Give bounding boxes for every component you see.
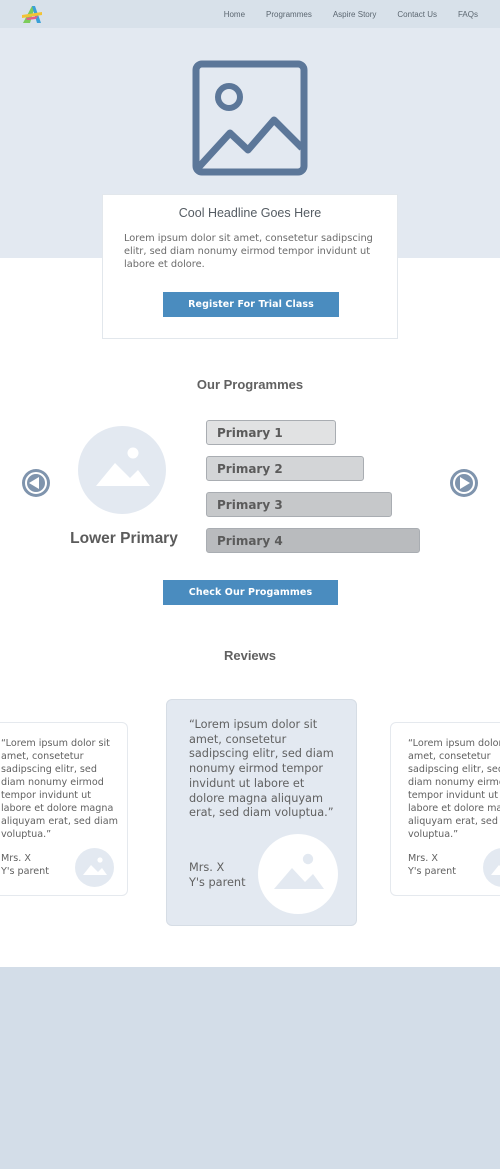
image-placeholder-icon [83, 857, 107, 875]
carousel-prev-button[interactable] [22, 469, 50, 497]
review-author: Mrs. X Y's parent [1, 852, 49, 878]
level-primary-4[interactable]: Primary 4 [206, 528, 420, 553]
aspire-logo-icon[interactable] [20, 4, 44, 24]
image-placeholder-icon [192, 60, 308, 176]
nav-programmes[interactable]: Programmes [266, 10, 312, 19]
avatar [258, 834, 338, 914]
check-programmes-button[interactable]: Check Our Progammes [163, 580, 338, 605]
main-nav: Home Programmes Aspire Story Contact Us … [224, 0, 478, 28]
site-header: Home Programmes Aspire Story Contact Us … [0, 0, 500, 28]
review-quote: “Lorem ipsum dolor sit amet, consetetur … [408, 738, 500, 840]
nav-faqs[interactable]: FAQs [458, 10, 478, 19]
image-placeholder-icon [274, 853, 324, 889]
programme-image [78, 426, 166, 514]
nav-aspire-story[interactable]: Aspire Story [333, 10, 377, 19]
arrow-left-icon [29, 477, 39, 489]
image-placeholder-icon [96, 447, 150, 486]
review-card[interactable]: “Lorem ipsum dolor sit amet, consetetur … [0, 722, 128, 896]
carousel-next-button[interactable] [450, 469, 478, 497]
hero-headline: Cool Headline Goes Here [178, 206, 322, 220]
reviews-title: Reviews [223, 648, 277, 663]
site-footer [0, 967, 500, 1169]
review-quote: “Lorem ipsum dolor sit amet, consetetur … [1, 738, 118, 840]
review-author-name: Mrs. X [408, 853, 438, 864]
nav-home[interactable]: Home [224, 10, 245, 19]
register-trial-button[interactable]: Register For Trial Class [163, 292, 339, 317]
review-author-name: Mrs. X [189, 861, 225, 874]
programmes-title: Our Programmes [196, 377, 304, 392]
hero-body-text: Lorem ipsum dolor sit amet, consetetur s… [124, 233, 373, 270]
level-primary-3[interactable]: Primary 3 [206, 492, 392, 517]
review-author: Mrs. X Y's parent [408, 852, 456, 878]
avatar [483, 848, 500, 887]
nav-contact-us[interactable]: Contact Us [397, 10, 437, 19]
arrow-right-icon [460, 477, 470, 489]
headline-card: Cool Headline Goes Here Lorem ipsum dolo… [102, 194, 398, 339]
review-author-relation: Y's parent [1, 866, 49, 877]
image-placeholder-icon [491, 865, 500, 875]
programme-name: Lower Primary [70, 530, 178, 547]
review-author-name: Mrs. X [1, 853, 31, 864]
level-primary-2[interactable]: Primary 2 [206, 456, 364, 481]
review-author: Mrs. X Y's parent [189, 861, 246, 890]
avatar [75, 848, 114, 887]
review-author-relation: Y's parent [189, 875, 246, 889]
review-card-featured[interactable]: “Lorem ipsum dolor sit amet, consetetur … [166, 699, 357, 926]
review-quote: “Lorem ipsum dolor sit amet, consetetur … [189, 718, 334, 820]
level-primary-1[interactable]: Primary 1 [206, 420, 336, 445]
review-card[interactable]: “Lorem ipsum dolor sit amet, consetetur … [390, 722, 500, 896]
review-author-relation: Y's parent [408, 866, 456, 877]
